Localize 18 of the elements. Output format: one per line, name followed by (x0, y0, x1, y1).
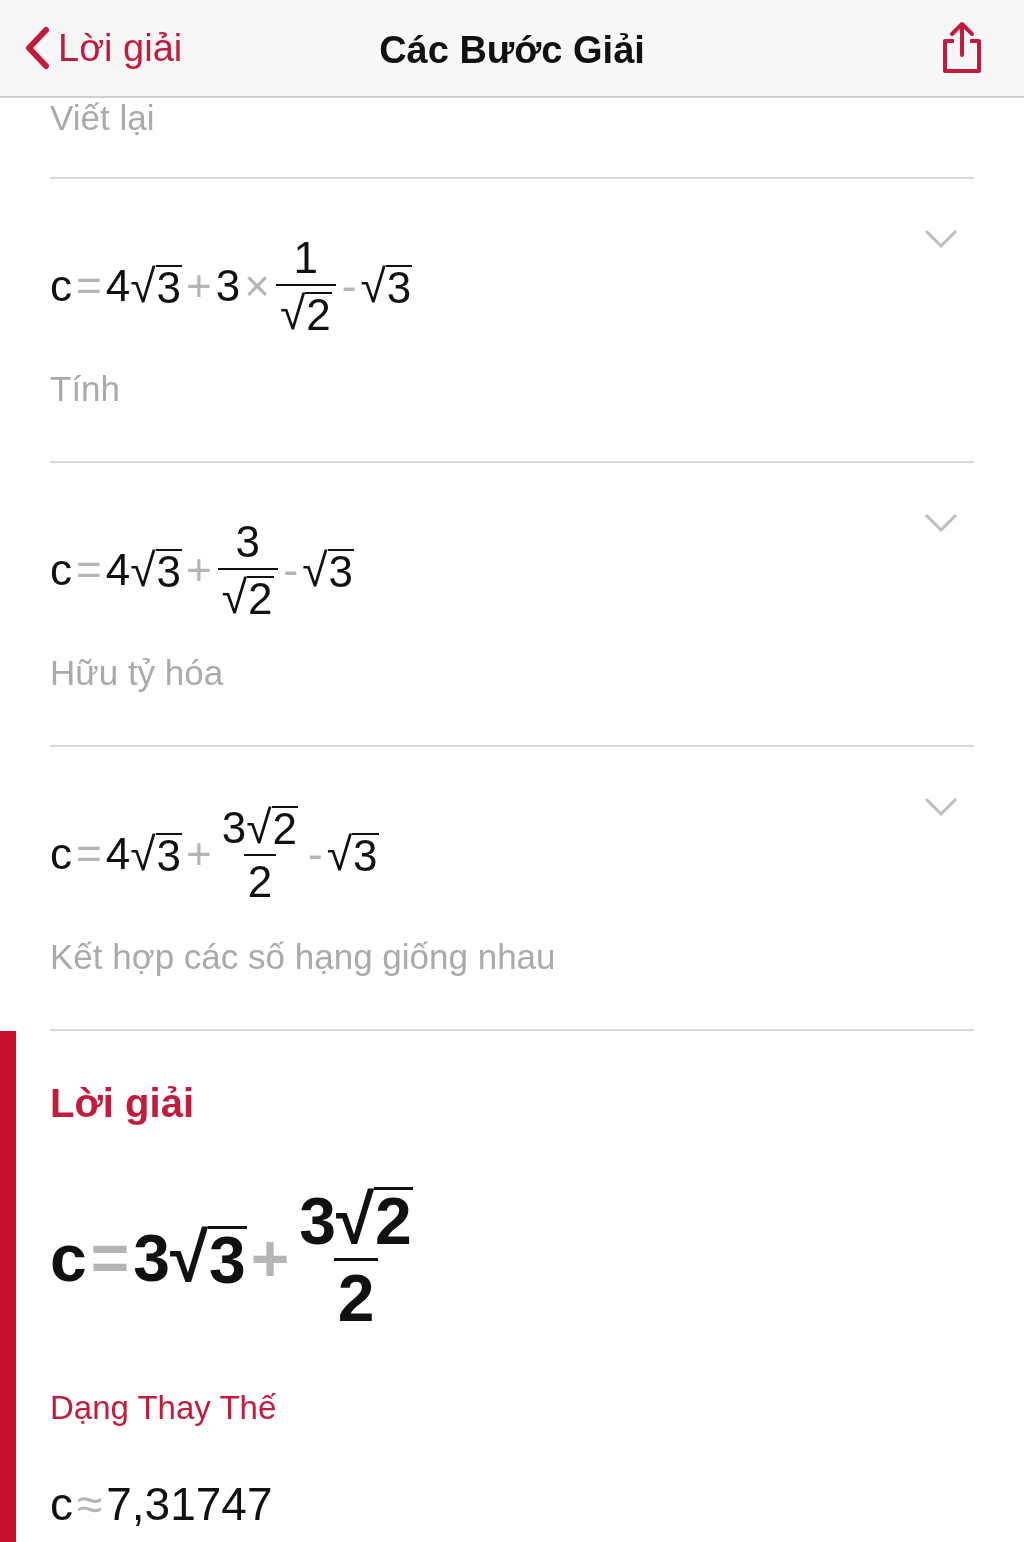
chevron-down-icon[interactable] (924, 229, 958, 249)
step-caption: Viết lại (50, 97, 156, 139)
chevron-down-icon[interactable] (924, 797, 958, 817)
screen-title: Các Bước Giải (379, 29, 645, 71)
back-button[interactable]: Lời giải (24, 19, 183, 77)
back-chevron-icon (24, 26, 50, 70)
step-caption: Tính (50, 368, 122, 410)
math-expression: c=4√3+3× 1 √2 -√3 (50, 235, 413, 337)
alternate-form-heading: Dạng Thay Thế (50, 1388, 278, 1428)
math-expression: c≈7,31747 (50, 1480, 273, 1527)
step-caption: Kết hợp các số hạng giống nhau (50, 936, 557, 978)
share-button[interactable] (940, 21, 984, 75)
math-expression: c=4√3+ 3 √2 -√3 (50, 519, 355, 621)
step-caption: Hữu tỷ hóa (50, 652, 225, 694)
math-expression: c=4√3+ 3√2 2 -√3 (50, 803, 379, 905)
math-expression: c=3√3+3√2 2 (50, 1184, 414, 1332)
solution-heading: Lời giải (50, 1080, 195, 1127)
chevron-down-icon[interactable] (924, 513, 958, 533)
